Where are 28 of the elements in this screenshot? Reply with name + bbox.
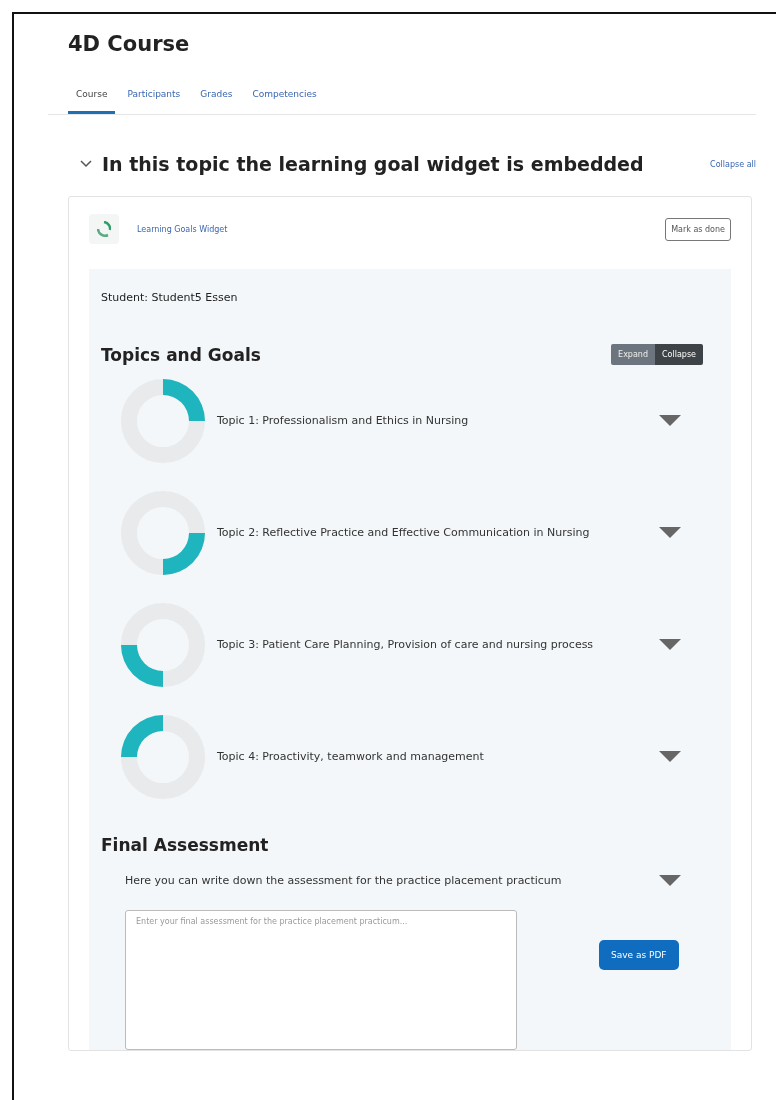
nav-tab[interactable]: Competencies — [244, 81, 325, 114]
save-as-pdf-button[interactable]: Save as PDF — [599, 940, 679, 971]
activity-link[interactable]: Learning Goals Widget — [137, 224, 228, 234]
collapse-all-link[interactable]: Collapse all — [710, 159, 756, 169]
topic-title[interactable]: Topic 4: Proactivity, teamwork and management — [217, 749, 622, 765]
mark-as-done-button[interactable]: Mark as done — [665, 217, 731, 241]
activity-icon — [89, 214, 119, 244]
topic-title[interactable]: Topic 3: Patient Care Planning, Provision of care and nursing process — [217, 637, 622, 653]
caret-icon[interactable] — [659, 639, 681, 651]
toggle-button[interactable]: Expand — [611, 344, 655, 365]
nav-tab[interactable]: Participants — [119, 81, 189, 114]
section-title: In this topic the learning goal widget is embedded — [102, 153, 644, 175]
nav-tab[interactable]: Grades — [192, 81, 241, 114]
caret-icon[interactable] — [659, 527, 681, 539]
topics-heading: Topics and Goals — [101, 344, 261, 365]
assessment-description: Here you can write down the assessment for the practice placement practicum — [125, 873, 563, 889]
student-name: Student: Student5 Essen — [101, 291, 239, 304]
topic-title[interactable]: Topic 1: Professionalism and Ethics in Nursing — [217, 413, 622, 429]
caret-icon[interactable] — [659, 415, 681, 427]
toggle-button[interactable]: Collapse — [655, 344, 703, 365]
final-assessment-heading: Final Assessment — [101, 835, 270, 855]
course-title: 4D Course — [68, 32, 191, 56]
topic-title[interactable]: Topic 2: Reflective Practice and Effective Communication in Nursing — [217, 525, 622, 541]
chevron-icon[interactable] — [80, 160, 92, 168]
assessment-input-field[interactable]: Enter your final assessment for the practice placement practicum... — [125, 910, 517, 1051]
caret-icon[interactable] — [659, 751, 681, 763]
nav-tab[interactable]: Course — [68, 81, 116, 114]
caret-icon[interactable] — [659, 874, 681, 887]
